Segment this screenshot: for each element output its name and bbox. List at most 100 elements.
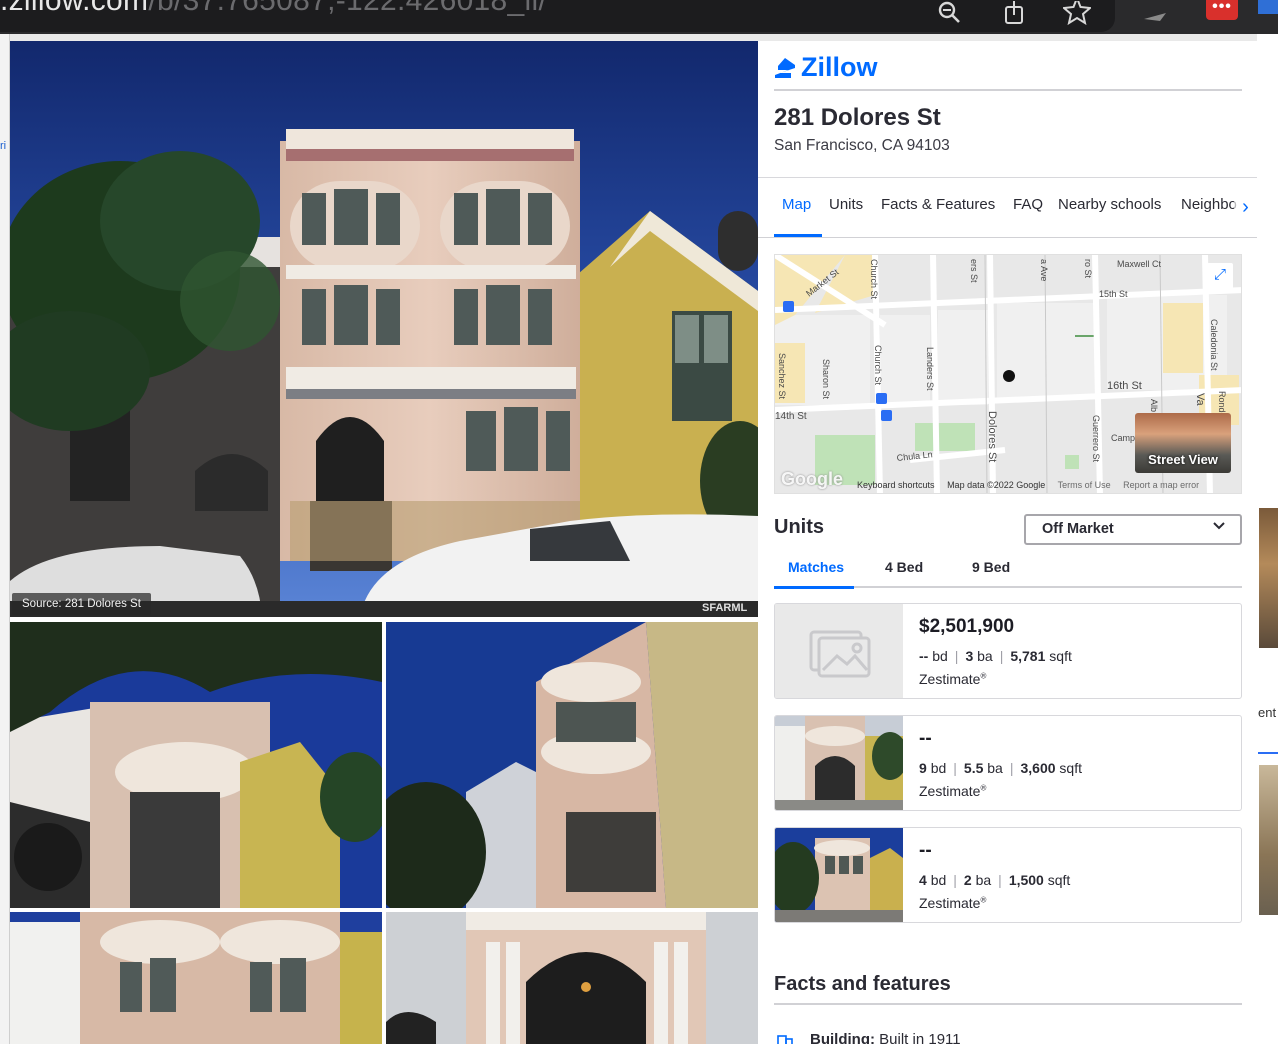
map-street-label: 15th St xyxy=(1099,289,1128,299)
bathrooms-unit: ba xyxy=(987,760,1003,776)
extension-icon[interactable] xyxy=(1140,0,1170,26)
zillow-logo[interactable]: Zillow xyxy=(774,52,878,83)
background-accent-line xyxy=(1258,752,1278,754)
tab-nearby-schools[interactable]: Nearby schools xyxy=(1058,196,1161,213)
browser-toolbar: .zillow.com/b/37.765087,-122.426018_ll/ … xyxy=(0,0,1278,34)
bathrooms-value: 3 xyxy=(965,648,974,664)
zestimate-label: Zestimate® xyxy=(919,895,987,911)
tab-9-bed[interactable]: 9 Bed xyxy=(972,559,1010,575)
tab-matches[interactable]: Matches xyxy=(788,559,844,575)
report-map-error-link[interactable]: Report a map error xyxy=(1123,480,1199,490)
active-subtab-indicator xyxy=(774,586,854,589)
bathrooms-unit: ba xyxy=(977,648,993,664)
map-fullscreen-icon[interactable]: ⤢ xyxy=(1207,263,1233,289)
photo-source-caption: Source: 281 Dolores St xyxy=(12,593,151,615)
main-photo[interactable]: Source: 281 Dolores St SFARML xyxy=(10,41,758,617)
tabs-scroll-right-icon[interactable]: › xyxy=(1234,195,1257,221)
chevron-down-icon xyxy=(1212,519,1226,536)
tab-map[interactable]: Map xyxy=(782,196,811,213)
building-fact: Building: Built in 1911 xyxy=(810,1031,961,1044)
market-status-dropdown[interactable]: Off Market xyxy=(1024,514,1242,545)
map-street-label: Caledonia St xyxy=(1209,319,1219,371)
zestimate-label: Zestimate® xyxy=(919,783,987,799)
building-icon xyxy=(776,1033,794,1044)
unit-photo xyxy=(775,828,903,922)
unit-price: $2,501,900 xyxy=(919,616,1015,637)
map-street-label: ro St xyxy=(1083,259,1093,279)
photo-watermark: SFARML xyxy=(702,602,748,614)
tab-facts-features[interactable]: Facts & Features xyxy=(881,196,995,213)
map-street-label: Guerrero St xyxy=(1091,415,1101,463)
terms-of-use-link[interactable]: Terms of Use xyxy=(1058,480,1111,490)
background-page-left-edge xyxy=(0,34,10,1044)
zillow-logo-text: Zillow xyxy=(801,52,878,82)
units-section-title: Units xyxy=(774,516,824,538)
bookmark-star-icon[interactable] xyxy=(1062,0,1092,26)
zillow-logo-icon xyxy=(775,57,795,78)
zestimate-label: Zestimate® xyxy=(919,671,987,687)
tab-units[interactable]: Units xyxy=(829,196,863,213)
bedrooms-value: 4 xyxy=(919,872,927,888)
photo-gallery: Source: 281 Dolores St SFARML xyxy=(10,41,758,1044)
location-map[interactable]: Market St Church St Church St Sharon St … xyxy=(774,254,1242,494)
unit-card[interactable]: -- 9 bd | 5.5 ba | 3,600 sqft Zestimate® xyxy=(774,715,1242,811)
background-listing-image[interactable] xyxy=(1259,508,1278,648)
keyboard-shortcuts-link[interactable]: Keyboard shortcuts xyxy=(857,480,935,490)
gallery-photo[interactable] xyxy=(10,622,382,908)
unit-price: -- xyxy=(919,728,932,749)
unit-price: -- xyxy=(919,840,932,861)
bedrooms-unit: bd xyxy=(930,760,947,776)
background-listing-image[interactable] xyxy=(1259,765,1278,915)
tab-neighborhood[interactable]: Neighbo xyxy=(1181,196,1237,213)
sqft-unit: sqft xyxy=(1049,648,1072,664)
tab-4-bed[interactable]: 4 Bed xyxy=(885,559,923,575)
map-street-label: Sanchez St xyxy=(777,353,787,400)
zoom-icon[interactable] xyxy=(934,0,964,26)
url-path: /b/37.765087,-122.426018_ll/ xyxy=(148,0,548,17)
property-location-pin[interactable] xyxy=(1003,370,1015,382)
building-label: Building: xyxy=(810,1031,875,1044)
map-footer: Keyboard shortcuts Map data ©2022 Google… xyxy=(857,480,1209,490)
header-divider xyxy=(774,89,1242,91)
bedrooms-value: 9 xyxy=(919,760,927,776)
market-status-value: Off Market xyxy=(1042,521,1114,537)
unit-filter-tabs: Matches 4 Bed 9 Bed xyxy=(774,549,1242,589)
map-data-attribution: Map data ©2022 Google xyxy=(947,480,1046,490)
unit-card[interactable]: -- 4 bd | 2 ba | 1,500 sqft Zestimate® xyxy=(774,827,1242,923)
facts-section-title: Facts and features xyxy=(774,973,951,995)
map-street-label: a Ave xyxy=(1039,259,1049,281)
map-street-label: 14th St xyxy=(775,411,807,422)
sqft-unit: sqft xyxy=(1059,760,1082,776)
street-view-button[interactable]: Street View xyxy=(1135,413,1231,473)
property-city-state-zip: San Francisco, CA 94103 xyxy=(774,137,950,154)
property-detail-panel: Zillow 281 Dolores St San Francisco, CA … xyxy=(758,41,1257,1044)
section-tabs: Map Units Facts & Features FAQ Nearby sc… xyxy=(758,178,1257,238)
map-street-label: Sharon St xyxy=(821,359,831,400)
bathrooms-value: 5.5 xyxy=(963,760,984,776)
share-icon[interactable] xyxy=(999,0,1029,26)
unit-stats: 9 bd | 5.5 ba | 3,600 sqft xyxy=(919,760,1082,776)
unit-stats: 4 bd | 2 ba | 1,500 sqft xyxy=(919,872,1071,888)
tab-faq[interactable]: FAQ xyxy=(1013,196,1043,213)
bedrooms-unit: bd xyxy=(932,648,948,664)
map-street-label: 16th St xyxy=(1107,380,1142,392)
sqft-unit: sqft xyxy=(1047,872,1071,888)
map-street-label: Dolores St xyxy=(986,411,998,462)
active-tab-indicator xyxy=(774,234,822,237)
sqft-value: 5,781 xyxy=(1010,648,1046,664)
map-street-label: Maxwell Ct xyxy=(1117,259,1162,269)
extension-badge-icon[interactable]: ••• xyxy=(1206,0,1238,20)
bedrooms-value: -- xyxy=(919,648,929,664)
unit-card[interactable]: $2,501,900 -- bd | 3 ba | 5,781 sqft Zestima… xyxy=(774,603,1242,699)
unit-photo xyxy=(775,716,903,810)
url-text[interactable]: .zillow.com/b/37.765087,-122.426018_ll/ xyxy=(0,0,547,18)
gallery-photo[interactable] xyxy=(10,912,382,1044)
google-logo: Google xyxy=(781,469,843,489)
extension-blue-icon[interactable] xyxy=(1258,0,1278,14)
building-value: Built in 1911 xyxy=(879,1031,961,1044)
image-placeholder-icon xyxy=(775,604,903,698)
gallery-photo[interactable] xyxy=(386,912,758,1044)
bedrooms-unit: bd xyxy=(930,872,947,888)
map-street-label: Camp xyxy=(1111,433,1135,443)
gallery-photo[interactable] xyxy=(386,622,758,908)
